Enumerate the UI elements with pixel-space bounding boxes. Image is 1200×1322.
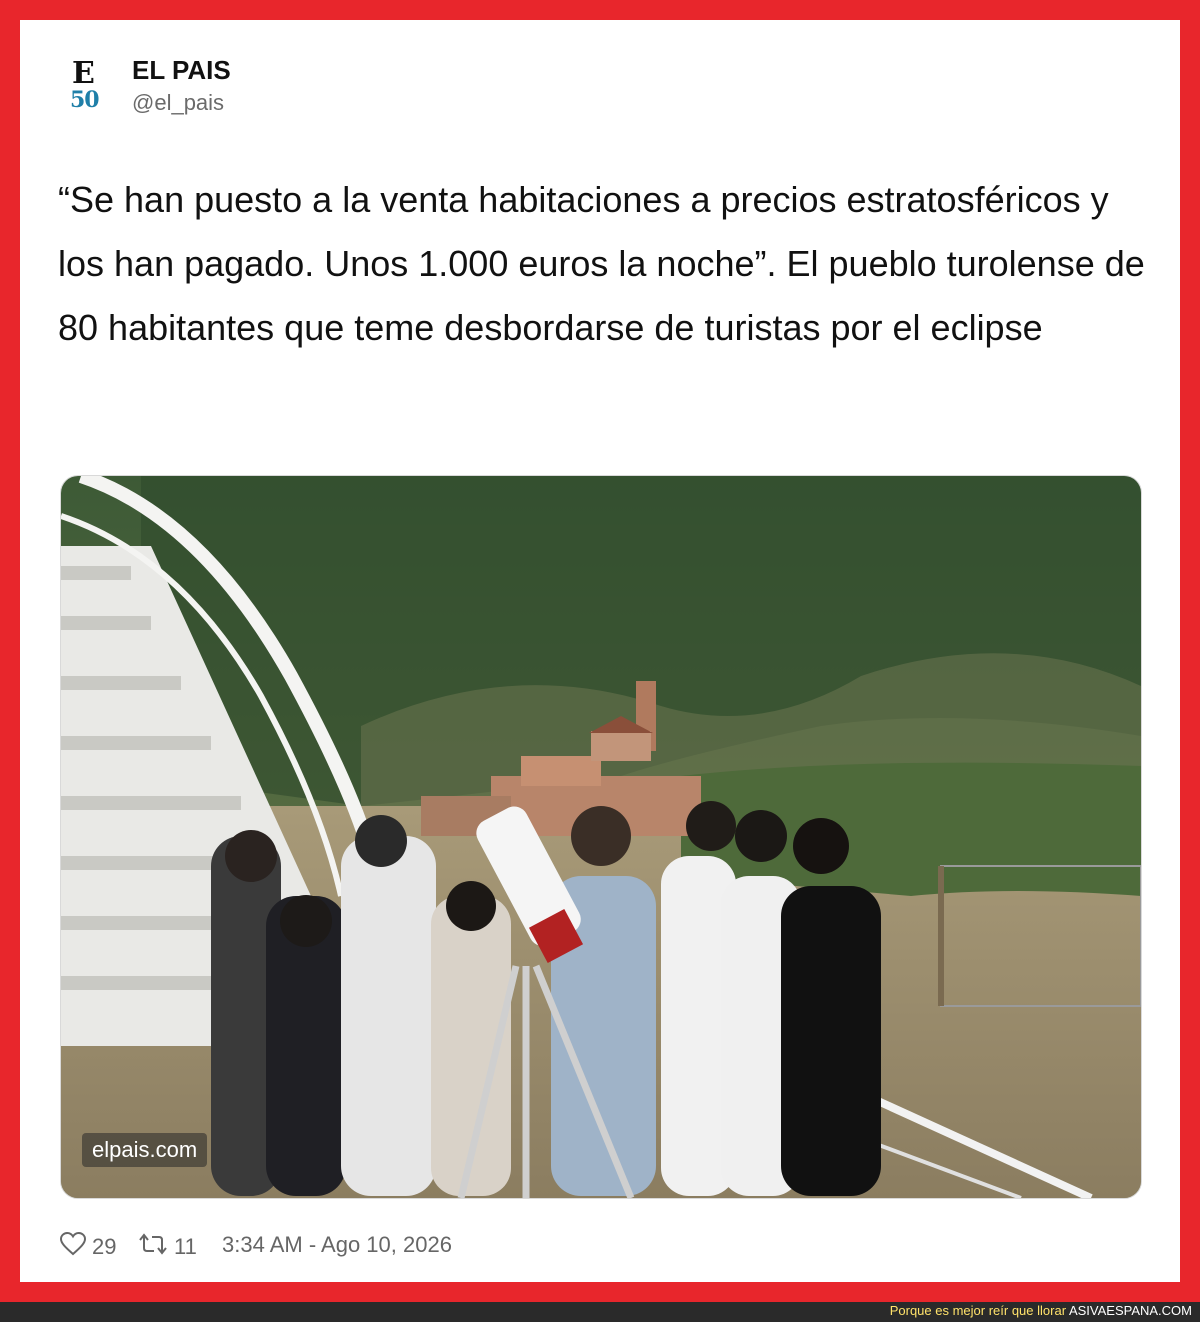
account-handle[interactable]: @el_pais — [132, 90, 224, 116]
heart-icon — [59, 1231, 87, 1262]
logo-number: 50 — [70, 87, 100, 113]
footer-tagline: Porque es mejor reír que llorar — [889, 1303, 1067, 1318]
account-name[interactable]: EL PAIS — [132, 55, 231, 86]
photo-illustration — [61, 476, 1141, 1198]
retweet-icon — [138, 1232, 168, 1262]
site-footer: Porque es mejor reír que llorar ASIVAESP… — [0, 1302, 1200, 1322]
retweet-count: 11 — [174, 1234, 197, 1259]
like-count: 29 — [92, 1234, 117, 1259]
tweet-text: “Se han puesto a la venta habitaciones a… — [58, 179, 1145, 348]
account-avatar[interactable]: E 50 — [52, 58, 122, 118]
footer-text: Porque es mejor reír que llorar ASIVAESP… — [890, 1303, 1192, 1318]
tweet-photo[interactable] — [60, 475, 1142, 1199]
footer-site-link[interactable]: ASIVAESPANA.COM — [1069, 1303, 1192, 1318]
image-source-watermark: elpais.com — [82, 1133, 208, 1167]
logo-letter: E — [72, 56, 95, 91]
timestamp[interactable]: 3:34 AM - Ago 10, 2026 — [222, 1232, 452, 1258]
retweet-action[interactable]: 11 — [138, 1232, 197, 1262]
like-action[interactable]: 29 — [59, 1231, 117, 1262]
